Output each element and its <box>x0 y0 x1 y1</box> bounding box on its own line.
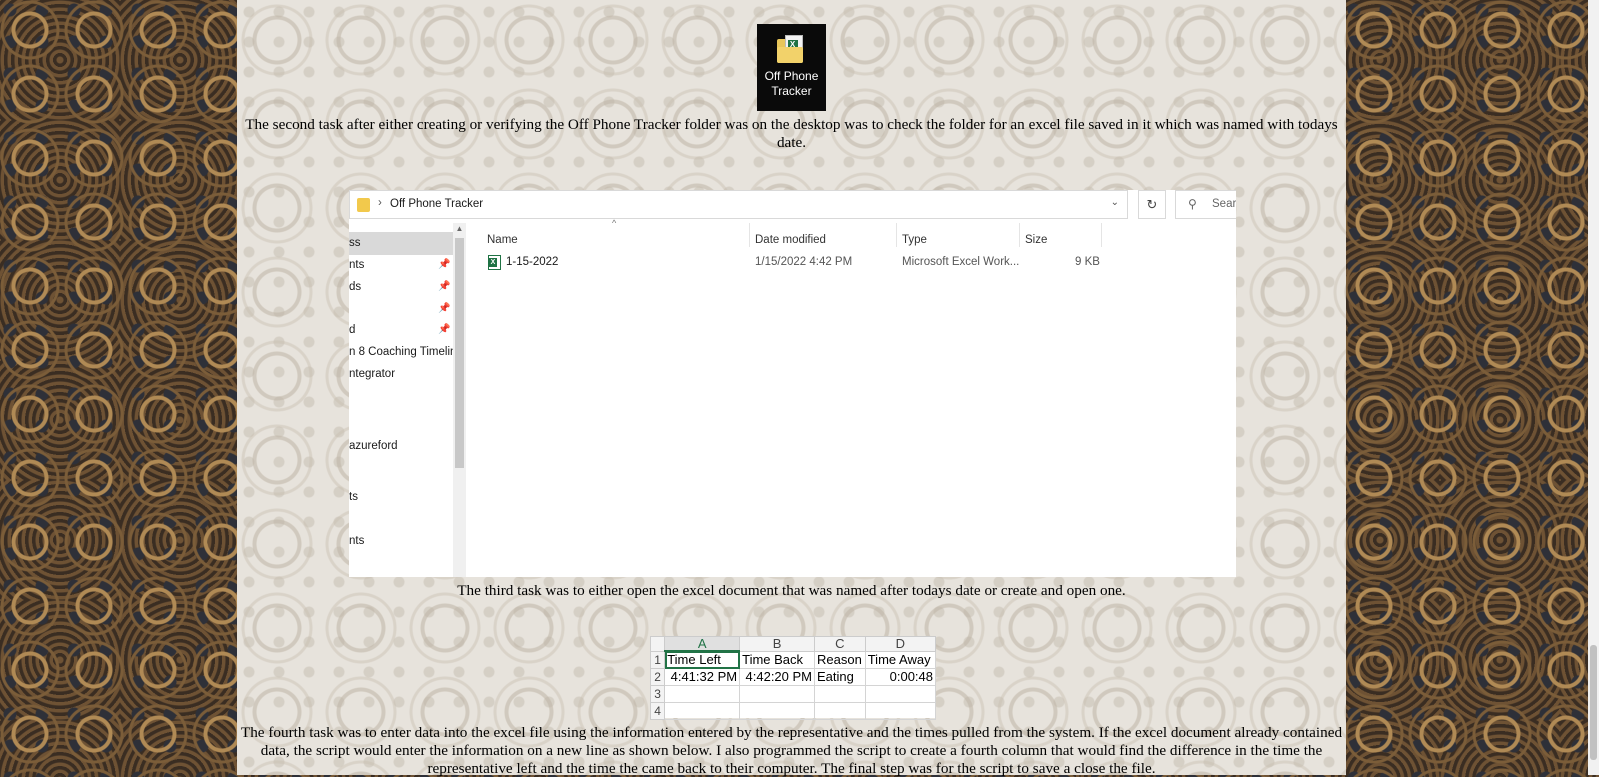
cell-d4 <box>864 702 937 720</box>
chevron-down-icon[interactable]: ⌄ <box>1111 197 1119 208</box>
nav-item[interactable]: ntegrator <box>349 368 453 380</box>
pin-icon: 📌 <box>438 303 451 314</box>
column-header-size[interactable]: Size <box>1025 234 1047 246</box>
nav-item[interactable]: ts <box>349 491 453 503</box>
refresh-button[interactable]: ↻ <box>1138 190 1166 219</box>
pin-icon: 📌 <box>438 281 451 292</box>
excel-grid: A B C D 1 Time Left Time Back Reason Tim… <box>649 636 937 720</box>
column-header-name[interactable]: Name <box>487 234 518 246</box>
folder-icon <box>357 198 370 212</box>
pin-icon: 📌 <box>438 324 451 335</box>
cell-b1: Time Back <box>739 650 816 669</box>
navigation-pane: ss nts 📌 ds 📌 📌 d 📌 n 8 Coaching Timelin… <box>349 223 465 577</box>
file-size: 9 KB <box>1075 256 1100 268</box>
search-icon: ⚲ <box>1188 197 1197 211</box>
row-number: 2 <box>649 668 666 686</box>
excel-file-icon: X <box>488 255 501 270</box>
excel-snippet: A B C D 1 Time Left Time Back Reason Tim… <box>649 636 937 720</box>
nav-scroll-thumb[interactable] <box>455 238 464 468</box>
cell-c3 <box>814 685 866 703</box>
cell-d1: Time Away <box>864 650 937 669</box>
cell-b4 <box>739 702 816 720</box>
cell-b3 <box>739 685 816 703</box>
column-letter: B <box>739 636 816 652</box>
row-number: 1 <box>649 650 666 669</box>
file-type: Microsoft Excel Work... <box>902 256 1020 268</box>
sort-ascending-icon: ^ <box>612 218 617 228</box>
desktop-icon-label-line1: Off Phone <box>764 69 819 83</box>
page-scrollbar[interactable] <box>1588 0 1599 775</box>
address-path: Off Phone Tracker <box>390 198 484 210</box>
page-scroll-thumb[interactable] <box>1590 645 1597 760</box>
cell-c1: Reason <box>814 650 866 669</box>
row-number: 3 <box>649 685 666 703</box>
third-task-paragraph: The third task was to either open the ex… <box>457 582 1126 599</box>
fourth-task-paragraph: The fourth task was to enter data into t… <box>240 724 1343 777</box>
off-phone-tracker-desktop-icon: X Off Phone Tracker <box>757 24 826 111</box>
file-date-modified: 1/15/2022 4:42 PM <box>755 256 853 268</box>
scroll-up-icon[interactable]: ▲ <box>453 224 466 236</box>
file-row[interactable]: X 1-15-2022 1/15/2022 4:42 PM Microsoft … <box>349 249 1236 271</box>
nav-item[interactable]: ss <box>349 237 453 249</box>
cell-d3 <box>864 685 937 703</box>
nav-item[interactable]: azureford <box>349 440 453 452</box>
cell-c4 <box>814 702 866 720</box>
folder-with-excel-icon: X <box>776 35 807 63</box>
address-bar[interactable]: › Off Phone Tracker ⌄ <box>349 190 1128 219</box>
desktop-icon-label-line2: Tracker <box>771 84 812 98</box>
cell-a3 <box>664 685 741 703</box>
search-box[interactable]: ⚲ Search Off <box>1175 190 1236 219</box>
chevron-right-icon: › <box>378 197 382 209</box>
cell-b2: 4:42:20 PM <box>739 668 816 686</box>
column-header-date-modified[interactable]: Date modified <box>755 234 826 246</box>
second-task-paragraph: The second task after either creating or… <box>245 116 1338 151</box>
column-header-type[interactable]: Type <box>902 234 927 246</box>
column-letter: A <box>664 636 741 652</box>
cell-a2: 4:41:32 PM <box>664 668 741 686</box>
cell-c2: Eating <box>814 668 866 686</box>
file-explorer-screenshot: › Off Phone Tracker ⌄ ↻ ⚲ Search Off ss … <box>349 190 1236 577</box>
cell-d2: 0:00:48 <box>864 668 937 686</box>
column-letter: C <box>814 636 866 652</box>
file-name: 1-15-2022 <box>506 256 559 268</box>
nav-item[interactable]: n 8 Coaching Timelin <box>349 346 453 358</box>
nav-item[interactable]: nts <box>349 535 453 547</box>
cell-a1: Time Left <box>664 650 741 669</box>
row-number: 4 <box>649 702 666 720</box>
cell-a4 <box>664 702 741 720</box>
column-letter: D <box>864 636 937 652</box>
search-placeholder: Search Off <box>1212 198 1236 210</box>
